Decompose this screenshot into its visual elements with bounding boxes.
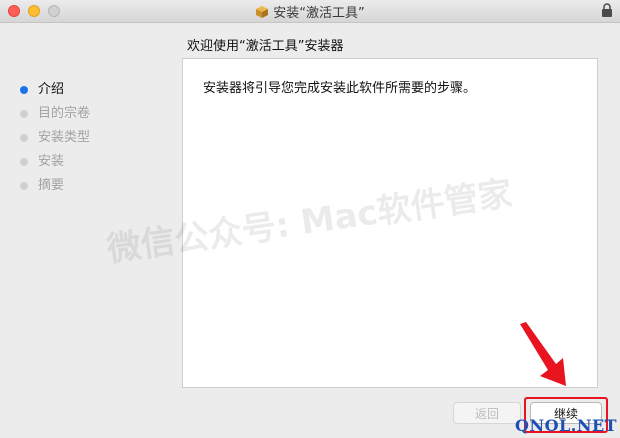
red-arrow-icon [520,322,566,386]
step-bullet-icon [20,158,28,166]
step-label: 摘要 [38,178,65,193]
step-label: 介绍 [38,82,65,97]
site-watermark-logo: QNOL.NET [515,416,618,435]
sidebar-step-intro: 介绍 [18,78,90,102]
step-label: 安装 [38,154,65,169]
sidebar-step-install: 安装 [18,150,90,174]
step-bullet-icon [20,182,28,190]
step-label: 目的宗卷 [38,106,91,121]
window-title: 安装“激活工具” [273,6,365,21]
step-bullet-icon [20,134,28,142]
title-bar: 安装“激活工具” [0,0,620,23]
sidebar-step-install-type: 安装类型 [18,126,90,150]
intro-text: 安装器将引导您完成安装此软件所需要的步骤。 [203,81,477,96]
package-icon [256,6,269,18]
sidebar-step-destination: 目的宗卷 [18,102,90,126]
step-bullet-icon [20,86,28,94]
step-sidebar: 介绍 目的宗卷 安装类型 安装 摘要 [18,78,90,198]
back-button[interactable]: 返回 [453,402,521,424]
sidebar-step-summary: 摘要 [18,174,90,198]
page-heading: 欢迎使用“激活工具”安装器 [187,39,344,54]
step-label: 安装类型 [38,130,91,145]
lock-icon [602,3,612,17]
window-title-wrap: 安装“激活工具” [0,2,620,21]
step-bullet-icon [20,110,28,118]
